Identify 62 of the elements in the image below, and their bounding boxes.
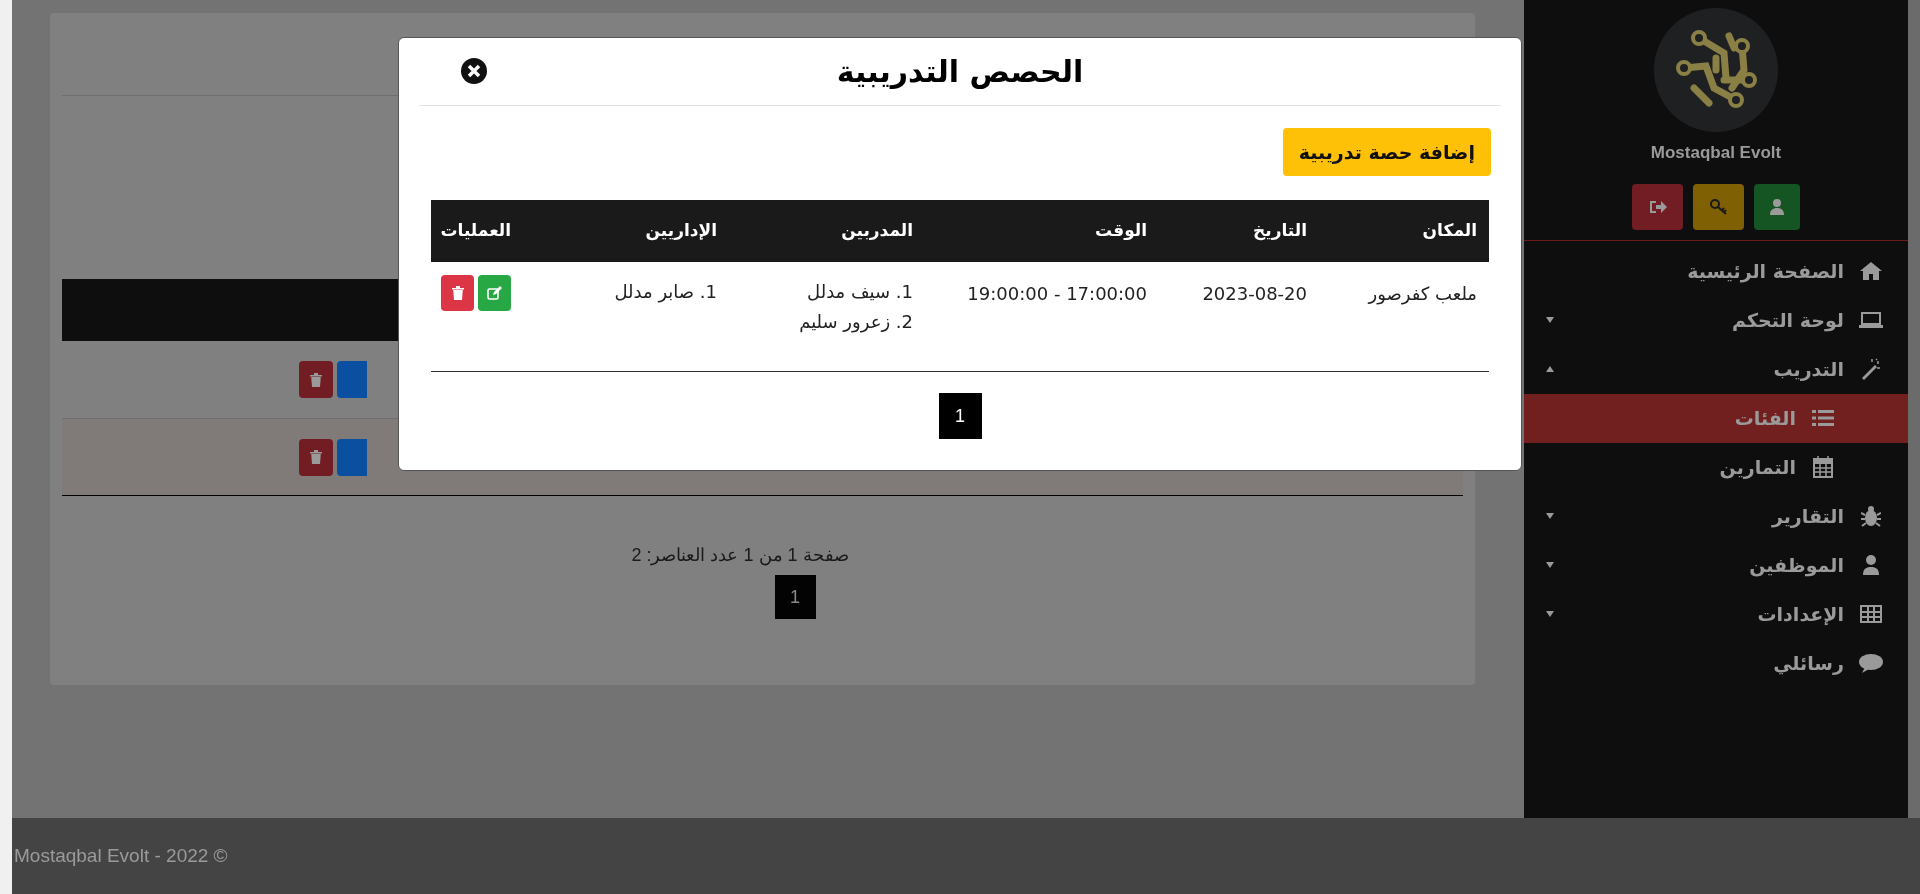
delete-button[interactable]: [299, 361, 333, 398]
menu-label: رسائلي: [1773, 650, 1844, 677]
logo-icon: [1654, 8, 1778, 132]
column-header: المكان: [1421, 219, 1478, 243]
trash-icon: [310, 372, 322, 387]
menu-item[interactable]: رسائلي: [1524, 638, 1908, 688]
page-button[interactable]: 1: [774, 575, 816, 619]
modal-title: الحصص التدريبية: [836, 53, 1084, 91]
table-cell-text: 1. صابر مدلل: [613, 280, 717, 305]
table-cell-text: 1. سيف مدلل: [806, 280, 913, 304]
menu-item[interactable]: التقارير: [1524, 491, 1908, 541]
laptop-icon: [1859, 312, 1883, 328]
magic-wand-icon: [1860, 358, 1882, 380]
menu-label: الصفحة الرئيسية: [1687, 258, 1844, 285]
menu-item[interactable]: الإعدادات: [1524, 589, 1908, 639]
logout-icon: [1648, 198, 1667, 215]
menu-item[interactable]: التمارين: [1524, 442, 1908, 492]
chat-icon: [1859, 653, 1883, 673]
table-cell-text: ملعب كفرصور: [1366, 282, 1478, 307]
delete-button[interactable]: [441, 275, 474, 311]
logout-button[interactable]: [1632, 183, 1683, 230]
column-header: التاريخ: [1252, 219, 1308, 243]
column-header: المدربين: [840, 219, 914, 243]
table-cell-text: 2. زعرور سليم: [798, 310, 913, 335]
table-cell-text: 17:00:00 - 19:00:00: [966, 282, 1148, 306]
menu-item[interactable]: التدريب: [1524, 344, 1908, 394]
table-cell-text: 2023-08-20: [1201, 282, 1308, 306]
close-button[interactable]: [461, 58, 487, 84]
table-icon: [1860, 605, 1882, 623]
calendar-icon: [1813, 456, 1833, 478]
profile-button[interactable]: [1754, 183, 1800, 230]
home-icon: [1860, 262, 1882, 280]
menu-label: التدريب: [1773, 356, 1844, 383]
delete-button[interactable]: [299, 438, 333, 476]
close-icon: [461, 58, 487, 84]
menu-label: التمارين: [1719, 454, 1796, 481]
user-icon: [1863, 555, 1879, 575]
edit-icon: [487, 286, 502, 300]
column-header: العمليات: [439, 219, 512, 243]
bug-icon: [1861, 505, 1881, 527]
footer-text: Mostaqbal Evolt - 2022 ©: [14, 843, 228, 868]
key-button[interactable]: [1693, 183, 1744, 230]
brand-name: Mostaqbal Evolt: [1650, 142, 1782, 164]
menu-item[interactable]: الموظفين: [1524, 540, 1908, 590]
menu-label: التقارير: [1771, 503, 1844, 530]
column-header: الإداريين: [644, 219, 718, 243]
menu-label: الفئات: [1734, 405, 1796, 431]
trash-icon: [310, 450, 322, 464]
add-session-button[interactable]: إضافة حصة تدريبية: [1282, 128, 1491, 176]
menu-item[interactable]: لوحة التحكم: [1524, 295, 1908, 345]
menu-item[interactable]: الصفحة الرئيسية: [1524, 246, 1908, 296]
menu-label: الإعدادات: [1757, 601, 1844, 627]
menu-label: الموظفين: [1749, 552, 1844, 579]
pagination-summary: صفحة 1 من 1 عدد العناصر: 2: [631, 544, 850, 568]
list-icon: [1812, 410, 1834, 426]
menu-item[interactable]: الفئات: [1524, 393, 1908, 443]
column-header: الوقت: [1094, 219, 1148, 243]
user-icon: [1770, 198, 1784, 215]
trash-icon: [451, 286, 464, 300]
key-icon: [1708, 197, 1729, 216]
page-button[interactable]: 1: [938, 393, 982, 439]
menu-label: لوحة التحكم: [1732, 307, 1844, 334]
